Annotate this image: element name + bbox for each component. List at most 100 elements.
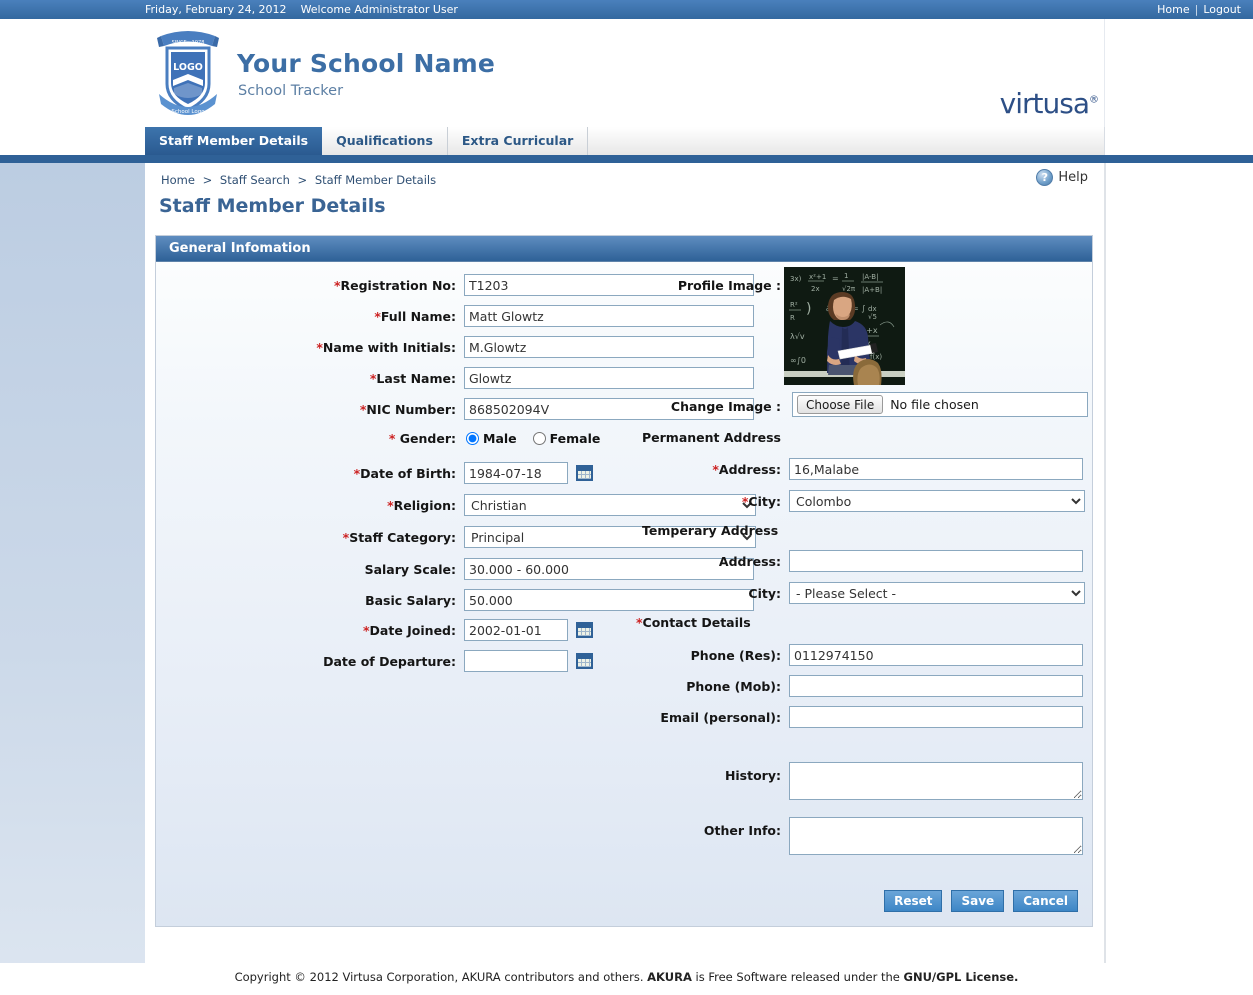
calendar-icon[interactable] bbox=[576, 653, 593, 669]
breadcrumb-current: Staff Member Details bbox=[314, 173, 437, 187]
label-date-of-birth: *Date of Birth: bbox=[353, 465, 456, 481]
virtusa-wordmark: virtusa bbox=[999, 87, 1090, 120]
gender-radio-group: Male Female bbox=[466, 431, 612, 446]
page-frame: SINCE - 1978 LOGO School Logo Your Schoo… bbox=[0, 19, 1253, 995]
save-button[interactable]: Save bbox=[951, 890, 1005, 912]
page-title: Staff Member Details bbox=[159, 195, 386, 217]
label-full-name: *Full Name: bbox=[374, 308, 456, 324]
contact-details-heading: *Contact Details bbox=[636, 615, 751, 630]
svg-text:2x: 2x bbox=[811, 285, 820, 293]
footer: Copyright © 2012 Virtusa Corporation, AK… bbox=[0, 963, 1253, 995]
label-staff-category: *Staff Category: bbox=[342, 529, 456, 545]
footer-license-text: is Free Software released under the bbox=[695, 970, 900, 984]
label-change-image: Change Image : bbox=[670, 399, 781, 414]
gender-female-radio[interactable] bbox=[532, 432, 546, 445]
date-joined-input[interactable] bbox=[464, 619, 568, 641]
virtusa-logo: virtusa® bbox=[999, 87, 1099, 120]
field-phone-mob: Phone (Mob): bbox=[636, 675, 1083, 697]
label-history: History: bbox=[724, 768, 781, 783]
calendar-icon[interactable] bbox=[576, 622, 593, 638]
masthead-right-fill bbox=[1105, 19, 1253, 127]
gender-male-label: Male bbox=[483, 431, 517, 446]
field-temporary-city: City: - Please Select - bbox=[636, 582, 1085, 604]
label-gender: * Gender: bbox=[388, 431, 456, 446]
phone-mob-input[interactable] bbox=[789, 675, 1083, 697]
breadcrumb-home[interactable]: Home bbox=[161, 173, 195, 187]
permanent-city-select[interactable]: Colombo bbox=[789, 490, 1085, 512]
full-name-input[interactable] bbox=[464, 305, 754, 327]
breadcrumb: Home > Staff Search > Staff Member Detai… bbox=[161, 173, 436, 187]
field-permanent-address: *Address: bbox=[636, 458, 1083, 480]
cancel-button[interactable]: Cancel bbox=[1013, 890, 1078, 912]
logout-link[interactable]: Logout bbox=[1203, 3, 1241, 16]
field-name-with-initials: *Name with Initials: bbox=[156, 336, 754, 358]
reset-button[interactable]: Reset bbox=[884, 890, 943, 912]
profile-photo-teacher: 3x) x²+1 2x = 1 √2π |A-B| |A+B| R² R) =… bbox=[784, 267, 905, 385]
home-link[interactable]: Home bbox=[1157, 3, 1189, 16]
field-full-name: *Full Name: bbox=[156, 305, 754, 327]
label-email-personal: Email (personal): bbox=[660, 709, 781, 725]
current-date: Friday, February 24, 2012 bbox=[145, 3, 287, 16]
label-basic-salary: Basic Salary: bbox=[365, 592, 456, 608]
gender-female-option[interactable]: Female bbox=[532, 431, 601, 446]
school-logo: SINCE - 1978 LOGO School Logo bbox=[151, 22, 225, 122]
label-phone-res: Phone (Res): bbox=[690, 647, 781, 663]
other-info-textarea[interactable] bbox=[789, 817, 1083, 855]
change-image-file-field[interactable]: Choose File No file chosen bbox=[792, 392, 1088, 417]
field-date-joined: *Date Joined: bbox=[156, 619, 593, 641]
section-header: General Infomation bbox=[156, 236, 1092, 262]
label-temporary-address: Address: bbox=[718, 553, 781, 569]
svg-text:=: = bbox=[832, 274, 839, 283]
breadcrumb-staff-search[interactable]: Staff Search bbox=[220, 173, 290, 187]
footer-license-link[interactable]: GNU/GPL License. bbox=[904, 970, 1019, 984]
label-last-name: *Last Name: bbox=[369, 370, 456, 386]
name-with-initials-input[interactable] bbox=[464, 336, 754, 358]
email-personal-input[interactable] bbox=[789, 706, 1083, 728]
svg-text:|A+B|: |A+B| bbox=[862, 286, 882, 294]
svg-text:|A-B|: |A-B| bbox=[862, 273, 878, 281]
label-permanent-city: *City: bbox=[741, 493, 781, 509]
svg-text:x²+1: x²+1 bbox=[809, 273, 826, 281]
phone-res-input[interactable] bbox=[789, 644, 1083, 666]
date-of-birth-input[interactable] bbox=[464, 462, 568, 484]
masthead: SINCE - 1978 LOGO School Logo Your Schoo… bbox=[145, 19, 1105, 127]
blue-divider-bar bbox=[0, 155, 1253, 163]
help-icon: ? bbox=[1036, 169, 1054, 186]
permanent-address-heading: Permanent Address bbox=[642, 430, 781, 445]
field-temporary-address: Address: bbox=[636, 550, 1083, 572]
svg-text:√2π: √2π bbox=[842, 285, 856, 293]
help-link[interactable]: ? Help bbox=[1036, 169, 1088, 186]
topbar-separator: | bbox=[1194, 3, 1199, 16]
tab-extra-curricular[interactable]: Extra Curricular bbox=[448, 127, 589, 155]
field-permanent-city: *City: Colombo bbox=[636, 490, 1085, 512]
svg-text:dx: dx bbox=[868, 305, 877, 313]
svg-text:R: R bbox=[790, 314, 795, 322]
choose-file-button[interactable]: Choose File bbox=[797, 395, 884, 414]
date-of-departure-input[interactable] bbox=[464, 650, 568, 672]
temporary-city-select[interactable]: - Please Select - bbox=[789, 582, 1085, 604]
calendar-icon[interactable] bbox=[576, 465, 593, 481]
field-last-name: *Last Name: bbox=[156, 367, 754, 389]
field-date-of-birth: *Date of Birth: bbox=[156, 462, 593, 484]
permanent-address-input[interactable] bbox=[789, 458, 1083, 480]
top-utility-bar: Friday, February 24, 2012 Welcome Admini… bbox=[0, 0, 1253, 19]
general-information-section: General Infomation *Registration No: *Fu… bbox=[155, 235, 1093, 927]
field-other-info: Other Info: bbox=[636, 817, 1083, 855]
file-status-text: No file chosen bbox=[890, 397, 979, 412]
gender-female-label: Female bbox=[549, 431, 601, 446]
temporary-address-input[interactable] bbox=[789, 550, 1083, 572]
label-registration-no: *Registration No: bbox=[333, 277, 456, 293]
label-profile-image: Profile Image : bbox=[677, 278, 781, 293]
label-religion: *Religion: bbox=[387, 497, 456, 513]
svg-text:R²: R² bbox=[790, 301, 798, 309]
svg-text:School Logo: School Logo bbox=[171, 109, 205, 115]
history-textarea[interactable] bbox=[789, 762, 1083, 800]
last-name-input[interactable] bbox=[464, 367, 754, 389]
gender-male-option[interactable]: Male bbox=[466, 431, 517, 446]
tab-staff-member-details[interactable]: Staff Member Details bbox=[145, 127, 323, 155]
label-nic-number: *NIC Number: bbox=[359, 401, 456, 417]
label-phone-mob: Phone (Mob): bbox=[686, 678, 781, 694]
gender-male-radio[interactable] bbox=[466, 432, 479, 445]
tab-qualifications[interactable]: Qualifications bbox=[322, 127, 448, 155]
svg-text:SINCE - 1978: SINCE - 1978 bbox=[172, 40, 205, 46]
